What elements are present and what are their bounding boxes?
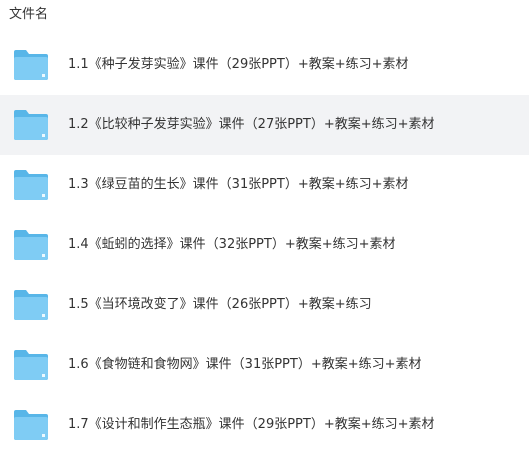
file-name: 1.7《设计和制作生态瓶》课件（29张PPT）+教案+练习+素材 [68, 417, 435, 432]
file-row[interactable]: 1.1《种子发芽实验》课件（29张PPT）+教案+练习+素材 [0, 35, 529, 95]
file-row[interactable]: 1.6《食物链和食物网》课件（31张PPT）+教案+练习+素材 [0, 335, 529, 395]
file-name: 1.2《比较种子发芽实验》课件（27张PPT）+教案+练习+素材 [68, 117, 435, 132]
file-row[interactable]: 1.4《蚯蚓的选择》课件（32张PPT）+教案+练习+素材 [0, 215, 529, 275]
folder-icon [13, 407, 49, 443]
folder-icon-graphic [14, 410, 48, 440]
file-row[interactable]: 1.5《当环境改变了》课件（26张PPT）+教案+练习 [0, 275, 529, 335]
name-column-header[interactable]: 文件名 [9, 6, 48, 24]
file-row[interactable]: 1.7《设计和制作生态瓶》课件（29张PPT）+教案+练习+素材 [0, 395, 529, 455]
folder-icon [13, 227, 49, 263]
folder-icon [13, 347, 49, 383]
folder-icon-graphic [14, 50, 48, 80]
file-name: 1.6《食物链和食物网》课件（31张PPT）+教案+练习+素材 [68, 357, 422, 372]
folder-icon [13, 47, 49, 83]
folder-icon-graphic [14, 110, 48, 140]
folder-icon [13, 167, 49, 203]
folder-icon-graphic [14, 230, 48, 260]
file-list: 1.1《种子发芽实验》课件（29张PPT）+教案+练习+素材 1.2《比较种子发… [0, 35, 529, 455]
folder-icon-graphic [14, 170, 48, 200]
folder-icon-graphic [14, 290, 48, 320]
file-row[interactable]: 1.3《绿豆苗的生长》课件（31张PPT）+教案+练习+素材 [0, 155, 529, 215]
file-row[interactable]: 1.2《比较种子发芽实验》课件（27张PPT）+教案+练习+素材 [0, 95, 529, 155]
file-name: 1.5《当环境改变了》课件（26张PPT）+教案+练习 [68, 297, 372, 312]
folder-icon [13, 287, 49, 323]
file-name: 1.3《绿豆苗的生长》课件（31张PPT）+教案+练习+素材 [68, 177, 409, 192]
folder-icon-graphic [14, 350, 48, 380]
file-name: 1.4《蚯蚓的选择》课件（32张PPT）+教案+练习+素材 [68, 237, 396, 252]
folder-icon [13, 107, 49, 143]
file-name: 1.1《种子发芽实验》课件（29张PPT）+教案+练习+素材 [68, 57, 409, 72]
